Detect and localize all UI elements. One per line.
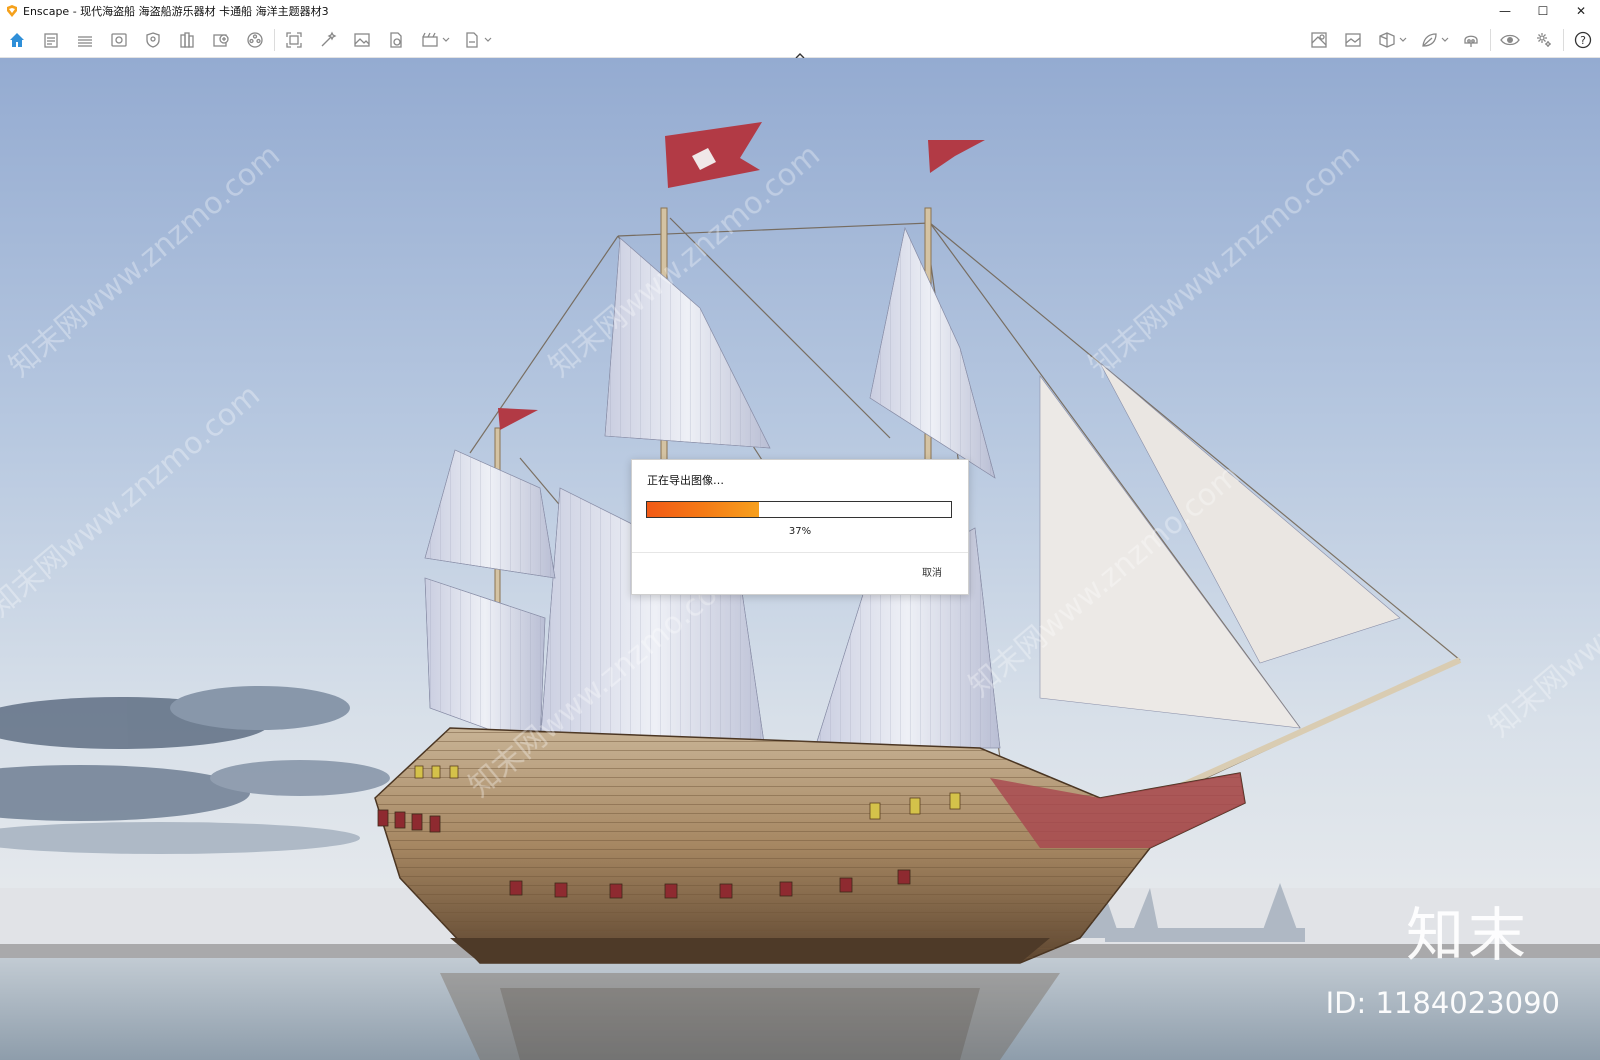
dialog-title: 正在导出图像… bbox=[647, 474, 724, 487]
maximize-button[interactable]: ☐ bbox=[1524, 0, 1562, 22]
toolbar-right-group: ? bbox=[1302, 22, 1600, 57]
map-icon[interactable] bbox=[1302, 22, 1336, 57]
picture-icon[interactable] bbox=[1336, 22, 1370, 57]
export-progress-dialog: 正在导出图像… 37% 取消 bbox=[631, 459, 969, 595]
books-icon[interactable] bbox=[170, 22, 204, 57]
image-icon[interactable] bbox=[345, 22, 379, 57]
progress-percent: 37% bbox=[788, 526, 812, 537]
toolbar-left-group bbox=[0, 22, 497, 57]
image-id-watermark: ID: 1184023090 bbox=[1325, 986, 1560, 1020]
video-dropdown-chevron-down-icon[interactable] bbox=[441, 22, 451, 57]
leaf-dropdown-chevron-down-icon[interactable] bbox=[1440, 22, 1450, 57]
views-icon[interactable] bbox=[102, 22, 136, 57]
materials-icon[interactable] bbox=[238, 22, 272, 57]
toolbar-divider bbox=[1490, 28, 1491, 51]
title-bar: Enscape - 现代海盗船 海盗船游乐器材 卡通船 海洋主题器材3 — ☐ … bbox=[0, 0, 1600, 22]
window-title: Enscape - 现代海盗船 海盗船游乐器材 卡通船 海洋主题器材3 bbox=[23, 5, 329, 18]
progress-bar bbox=[646, 501, 952, 518]
panorama-icon[interactable] bbox=[379, 22, 413, 57]
cancel-button[interactable]: 取消 bbox=[922, 564, 942, 579]
brand-watermark: 知末 bbox=[1405, 901, 1530, 969]
eye-icon[interactable] bbox=[1493, 22, 1527, 57]
toolbar-divider bbox=[274, 28, 275, 51]
magic-icon[interactable] bbox=[311, 22, 345, 57]
vr-icon[interactable] bbox=[1454, 22, 1488, 57]
minimize-button[interactable]: — bbox=[1486, 0, 1524, 22]
export-dropdown-chevron-down-icon[interactable] bbox=[483, 22, 493, 57]
enscape-logo-icon bbox=[6, 5, 18, 17]
close-button[interactable]: ✕ bbox=[1562, 0, 1600, 22]
settings-icon[interactable] bbox=[1527, 22, 1561, 57]
window-controls: — ☐ ✕ bbox=[1486, 0, 1600, 22]
bim-icon[interactable] bbox=[68, 22, 102, 57]
shield-icon[interactable] bbox=[136, 22, 170, 57]
add-asset-icon[interactable] bbox=[204, 22, 238, 57]
cube-dropdown-chevron-down-icon[interactable] bbox=[1398, 22, 1408, 57]
toolbar-divider bbox=[1563, 28, 1564, 51]
screenshot-icon[interactable] bbox=[277, 22, 311, 57]
collapse-toolbar-chevron-up-icon[interactable] bbox=[791, 45, 809, 59]
help-icon[interactable]: ? bbox=[1566, 22, 1600, 57]
home-icon[interactable] bbox=[0, 22, 34, 57]
svg-text:?: ? bbox=[1580, 34, 1586, 47]
document-icon[interactable] bbox=[34, 22, 68, 57]
progress-bar-fill bbox=[647, 502, 760, 517]
dialog-divider bbox=[632, 552, 968, 553]
